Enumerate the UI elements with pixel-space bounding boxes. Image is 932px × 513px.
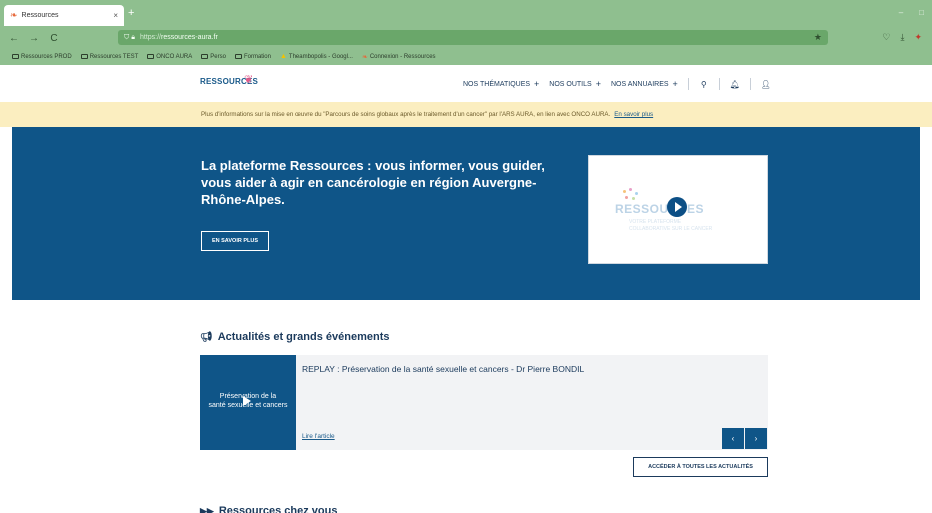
extension-icon[interactable]: ✦ <box>914 32 922 43</box>
download-icon[interactable]: ⤓ <box>900 32 904 43</box>
folder-icon <box>234 54 242 59</box>
main-navigation: NOS THÉMATIQUES + NOS OUTILS + NOS ANNUAIR… <box>463 78 781 90</box>
nav-outils[interactable]: NOS OUTILS + <box>549 79 601 89</box>
bookmark-onco-aura[interactable]: ONCO AURA <box>147 54 192 60</box>
plus-icon: + <box>534 79 540 89</box>
double-chevron-icon: ▶▶ <box>200 505 214 513</box>
browser-window: ❧ Ressources × + – □ ← → C ⛉ 🔒︎ https://… <box>0 0 932 513</box>
address-bar[interactable]: ⛉ 🔒︎ https:// ressources-aura.fr ★ <box>118 30 828 45</box>
minimize-button[interactable]: – <box>899 8 903 17</box>
plus-icon: + <box>672 79 678 89</box>
bookmark-perso[interactable]: Perso <box>201 54 226 60</box>
bell-icon[interactable]: 🔔︎ <box>729 80 741 89</box>
tab-title: Ressources <box>21 12 59 19</box>
plus-icon: + <box>595 79 601 89</box>
news-card[interactable]: Préservation de la santé sexuelle et can… <box>200 355 768 450</box>
next-button[interactable]: › <box>745 428 767 449</box>
nav-divider <box>718 78 720 90</box>
drive-icon: ▲ <box>279 53 287 60</box>
bookmark-connexion[interactable]: ❧ Connexion - Ressources <box>362 53 436 61</box>
info-banner: Plus d'informations sur la mise en œuvre… <box>0 102 932 127</box>
search-icon[interactable]: ⚲ <box>698 80 710 89</box>
maximize-button[interactable]: □ <box>919 8 924 17</box>
url-scheme: https:// <box>139 34 161 41</box>
site-favicon-icon: ❧ <box>10 10 18 20</box>
folder-icon <box>201 54 209 59</box>
play-icon[interactable] <box>243 396 251 406</box>
reload-button[interactable]: C <box>48 33 60 44</box>
bookmark-ressources-prod[interactable]: Ressources PROD <box>12 54 72 60</box>
learn-more-button[interactable]: EN SAVOIR PLUS <box>201 231 269 251</box>
site-favicon-icon: ❧ <box>361 53 368 61</box>
video-subtitle: VOTRE PLATEFORME <box>629 219 682 225</box>
url-host: ressources-aura.fr <box>161 34 218 41</box>
lock-icon: 🔒︎ <box>131 33 135 41</box>
previous-button[interactable]: ‹ <box>722 428 744 449</box>
video-brand: RESSOURCES <box>615 202 705 216</box>
browser-toolbar: ← → C ⛉ 🔒︎ https:// ressources-aura.fr ★… <box>0 28 932 48</box>
banner-text: Plus d'informations sur la mise en œuvre… <box>201 111 611 118</box>
logo-dots-icon <box>621 188 641 202</box>
nav-divider <box>687 78 689 90</box>
bookmark-ressources-test[interactable]: Ressources TEST <box>80 54 138 60</box>
new-tab-button[interactable]: + <box>128 7 134 19</box>
news-section-title: 📢︎ Actualités et grands événements <box>200 331 390 343</box>
hero-title: La plateforme Ressources : vous informer… <box>201 158 545 207</box>
bookmark-star-icon[interactable]: ★ <box>814 32 822 43</box>
site-header: RESSOURCES ❦ NOS THÉMATIQUES + NOS OUTILS… <box>0 65 932 102</box>
folder-icon <box>12 54 19 59</box>
forward-button[interactable]: → <box>28 33 40 44</box>
bookmarks-bar: Ressources PROD Ressources TEST ONCO AUR… <box>0 48 932 65</box>
back-button[interactable]: ← <box>8 33 20 44</box>
play-icon[interactable] <box>667 197 687 217</box>
bookmark-theambopolis[interactable]: ▲ Theambopolis - Googl... <box>280 53 353 60</box>
news-card-title[interactable]: REPLAY : Préservation de la santé sexuel… <box>302 364 584 374</box>
news-thumbnail[interactable]: Préservation de la santé sexuelle et can… <box>200 355 296 450</box>
nav-divider <box>749 78 751 90</box>
pocket-icon[interactable]: ♡ <box>882 32 890 43</box>
shield-icon: ⛉ <box>124 33 130 41</box>
user-icon[interactable]: 👤︎ <box>760 80 772 89</box>
nav-thematiques[interactable]: NOS THÉMATIQUES + <box>463 79 539 89</box>
folder-icon <box>80 54 88 59</box>
read-article-link[interactable]: Lire l'article <box>302 433 335 440</box>
toolbar-right: ♡ ⤓ ✦ <box>882 32 922 43</box>
close-tab-icon[interactable]: × <box>113 11 118 20</box>
hero-section: La plateforme Ressources : vous informer… <box>12 127 920 300</box>
video-subtitle-2: COLLABORATIVE SUR LE CANCER <box>629 226 713 232</box>
bookmark-formation[interactable]: Formation <box>234 54 271 60</box>
browser-tab[interactable]: ❧ Ressources × <box>4 5 124 26</box>
next-section-title: ▶▶ Ressources chez vous <box>200 505 337 513</box>
carousel-controls: ‹ › <box>722 428 767 449</box>
window-controls: – □ <box>899 8 924 17</box>
logo-swoosh-icon: ❦ <box>244 74 254 86</box>
megaphone-icon: 📢︎ <box>200 331 213 343</box>
all-news-button[interactable]: ACCÉDER À TOUTES LES ACTUALITÉS <box>633 457 768 477</box>
tab-bar: ❧ Ressources × + – □ <box>0 0 932 28</box>
banner-more-link[interactable]: En savoir plus <box>614 111 653 118</box>
folder-icon <box>147 54 155 59</box>
nav-annuaires[interactable]: NOS ANNUAIRES + <box>611 79 678 89</box>
video-player[interactable]: RESSOURCES VOTRE PLATEFORME COLLABORATIV… <box>588 155 768 264</box>
